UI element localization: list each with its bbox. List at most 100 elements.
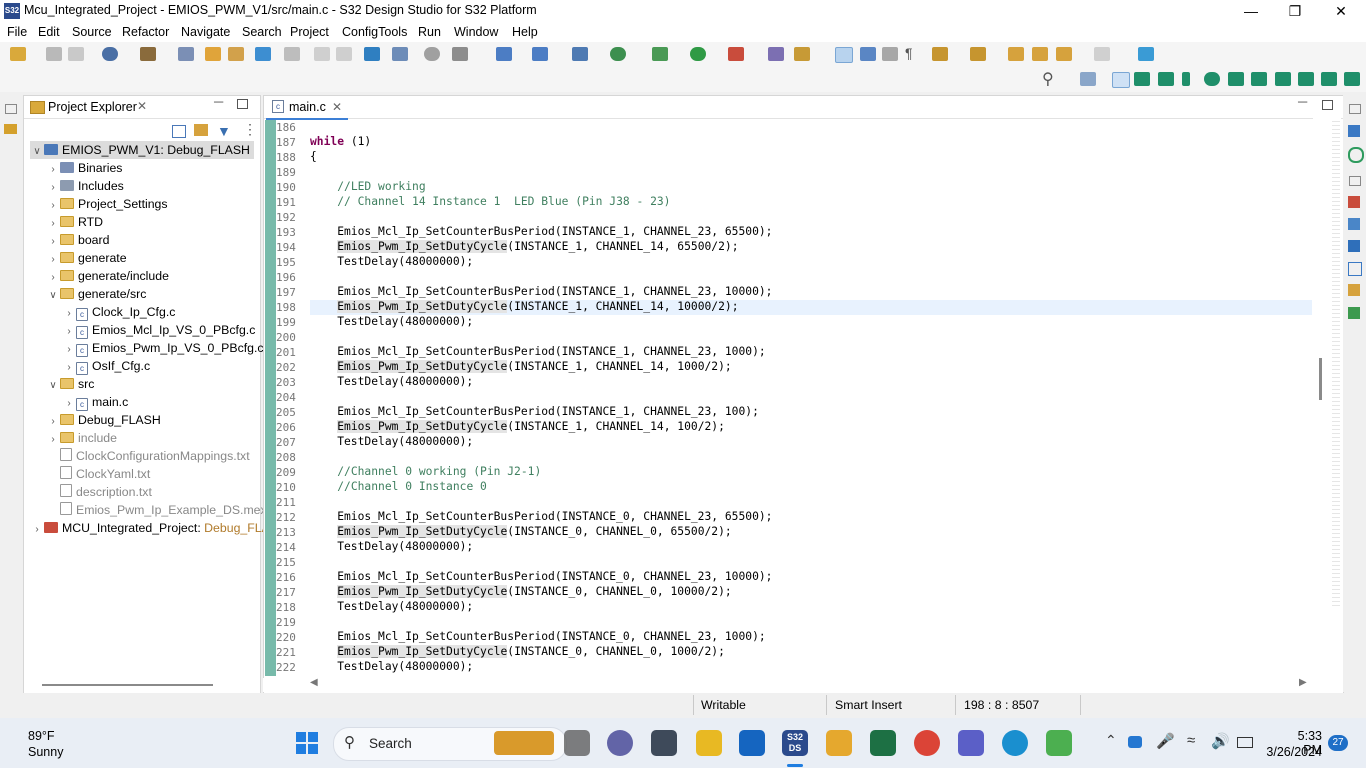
minimize-view-icon[interactable]: ─ — [214, 94, 223, 109]
tree-item[interactable]: › c OsIf_Cfg.c — [62, 357, 150, 375]
new-project-icon[interactable] — [205, 47, 221, 61]
forward-edit-icon[interactable] — [1032, 47, 1048, 61]
minimized-explorer-icon[interactable] — [4, 124, 17, 134]
signal-perspective-icon[interactable] — [1321, 72, 1337, 86]
editor-horizontal-scrollbar[interactable]: ◀ ▶ — [263, 677, 1312, 692]
code-line[interactable]: TestDelay(48000000); — [310, 660, 473, 673]
close-button[interactable]: ✕ — [1318, 0, 1364, 22]
properties-icon[interactable] — [1348, 262, 1362, 276]
clock-date[interactable]: 3/26/2024 — [1263, 745, 1322, 759]
last-edit-icon[interactable] — [1008, 47, 1024, 61]
filter-icon[interactable]: ▼ — [217, 123, 231, 139]
build-settings-icon[interactable] — [102, 47, 118, 61]
notes-app-icon[interactable] — [696, 730, 722, 756]
notification-badge[interactable]: 27 — [1328, 735, 1348, 751]
tools-perspective-icon[interactable] — [1344, 72, 1360, 86]
new-class-icon[interactable] — [572, 47, 588, 61]
tree-item[interactable]: › generate/include — [46, 267, 169, 285]
s32ds-app-icon[interactable]: S32 DS — [782, 730, 808, 756]
status-insert-mode[interactable]: Smart Insert — [835, 698, 902, 712]
search-tool-icon[interactable] — [610, 47, 626, 61]
volume-icon[interactable]: 🔊 — [1211, 732, 1230, 750]
tree-item[interactable]: › RTD — [46, 213, 103, 231]
tree-item[interactable]: Emios_Pwm_Ip_Example_DS.mex — [46, 501, 267, 519]
tree-item[interactable]: ∨ generate/src — [46, 285, 146, 303]
code-line[interactable]: Emios_Pwm_Ip_SetDutyCycle(INSTANCE_1, CH… — [310, 420, 725, 433]
tree-item[interactable]: › c Clock_Ip_Cfg.c — [62, 303, 175, 321]
menu-run[interactable]: Run — [418, 25, 441, 39]
code-line[interactable]: TestDelay(48000000); — [310, 540, 473, 553]
code-line[interactable]: Emios_Pwm_Ip_SetDutyCycle(INSTANCE_0, CH… — [310, 585, 732, 598]
code-line[interactable]: //LED working — [310, 180, 425, 193]
tree-item[interactable]: › Project_Settings — [46, 195, 167, 213]
tree-item[interactable]: › include — [46, 429, 117, 447]
copy-icon[interactable] — [284, 47, 300, 61]
code-line[interactable]: // Channel 14 Instance 1 LED Blue (Pin J… — [310, 195, 670, 208]
tree-item[interactable]: › c main.c — [62, 393, 128, 411]
menu-window[interactable]: Window — [454, 25, 498, 39]
code-line[interactable]: Emios_Pwm_Ip_SetDutyCycle(INSTANCE_1, CH… — [310, 240, 739, 253]
menu-project[interactable]: Project — [290, 25, 329, 39]
show-hidden-icons-icon[interactable]: ⌃ — [1105, 732, 1117, 749]
close-icon[interactable]: ✕ — [137, 99, 147, 113]
binary-icon[interactable] — [178, 47, 194, 61]
file-explorer-icon[interactable] — [826, 730, 852, 756]
search-icon[interactable]: ⚲ — [1042, 69, 1054, 89]
status-cursor-position[interactable]: 198 : 8 : 8507 — [964, 698, 1039, 712]
tree-item[interactable]: › c Emios_Pwm_Ip_VS_0_PBcfg.c — [62, 339, 264, 357]
outlook-icon[interactable] — [739, 730, 765, 756]
target-icon[interactable] — [1348, 147, 1364, 163]
tree-item[interactable]: ∨ src — [46, 375, 94, 393]
code-area[interactable]: 186 187 while (1) 188 {189 190 //LED working 1… — [264, 119, 1313, 675]
ddr-perspective-icon[interactable] — [1251, 72, 1267, 86]
menu-search[interactable]: Search — [242, 25, 282, 39]
chevron-down-icon[interactable]: ∨ — [30, 143, 44, 161]
prev-annotation-icon[interactable] — [970, 47, 986, 61]
next-annotation-icon[interactable] — [932, 47, 948, 61]
probe-perspective-icon[interactable] — [1182, 72, 1190, 86]
overview-ruler[interactable] — [1332, 118, 1340, 608]
maximize-view-icon[interactable] — [1322, 100, 1333, 110]
edge-icon[interactable] — [1002, 730, 1028, 756]
code-line[interactable]: Emios_Pwm_Ip_SetDutyCycle(INSTANCE_0, CH… — [310, 525, 732, 538]
notepad-app-icon[interactable] — [1046, 730, 1072, 756]
code-line[interactable]: Emios_Mcl_Ip_SetCounterBusPeriod(INSTANC… — [310, 285, 772, 298]
code-line[interactable]: TestDelay(48000000); — [310, 255, 473, 268]
pins-perspective-icon[interactable] — [1158, 72, 1174, 86]
console-icon[interactable] — [364, 47, 380, 61]
code-line[interactable]: TestDelay(48000000); — [310, 600, 473, 613]
menu-edit[interactable]: Edit — [38, 25, 60, 39]
chip-icon[interactable] — [452, 47, 468, 61]
battery-icon[interactable] — [1237, 737, 1253, 748]
menu-configtools[interactable]: ConfigTools — [342, 25, 407, 39]
chrome-icon[interactable] — [914, 730, 940, 756]
search-view-icon[interactable] — [1348, 284, 1360, 296]
code-line[interactable]: //Channel 0 Instance 0 — [310, 480, 487, 493]
chevron-right-icon[interactable]: › — [30, 521, 44, 539]
import-icon[interactable] — [255, 47, 271, 61]
perspective-icon[interactable] — [1080, 72, 1096, 86]
restore-view-icon-2[interactable] — [1349, 176, 1361, 186]
taskbar-search-box[interactable]: ⚲ Search — [333, 727, 567, 761]
forward-icon[interactable] — [1094, 47, 1110, 61]
code-line[interactable]: Emios_Mcl_Ip_SetCounterBusPeriod(INSTANC… — [310, 630, 765, 643]
explorer-hscroll-thumb[interactable] — [42, 684, 213, 686]
weather-desc[interactable]: Sunny — [28, 745, 63, 759]
chevron-down-icon[interactable]: ∨ — [46, 287, 60, 305]
code-line[interactable]: Emios_Mcl_Ip_SetCounterBusPeriod(INSTANC… — [310, 345, 765, 358]
c-cpp-perspective-icon[interactable] — [1112, 72, 1130, 88]
outline-icon[interactable] — [1348, 125, 1360, 137]
highlight-toggle-icon[interactable] — [835, 47, 853, 63]
code-line[interactable]: TestDelay(48000000); — [310, 375, 473, 388]
save-icon[interactable] — [46, 47, 62, 61]
clocks-perspective-icon[interactable] — [1204, 72, 1220, 86]
tree-item[interactable]: › c Emios_Mcl_Ip_VS_0_PBcfg.c — [62, 321, 255, 339]
show-whitespace-icon[interactable] — [882, 47, 898, 61]
maximize-view-icon[interactable] — [237, 99, 248, 109]
save-all-icon[interactable] — [68, 47, 84, 61]
mic-muted-icon[interactable]: 🎤 — [1156, 732, 1175, 750]
code-line[interactable]: { — [310, 150, 317, 163]
tree-item[interactable]: ∨ EMIOS_PWM_V1: Debug_FLASH — [30, 141, 254, 159]
peripherals-icon[interactable] — [496, 47, 512, 61]
pin-tool-icon[interactable] — [794, 47, 810, 61]
